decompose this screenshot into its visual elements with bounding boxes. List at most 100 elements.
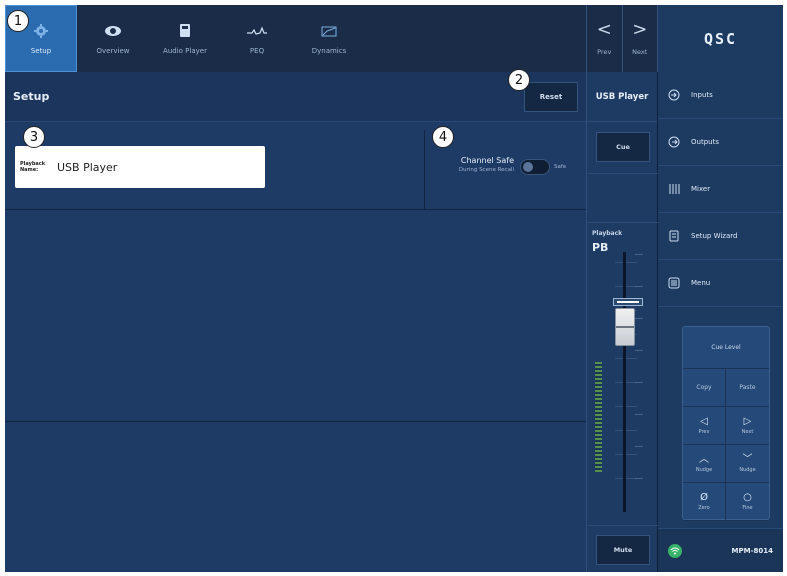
paste-button[interactable]: Paste: [726, 369, 769, 407]
button-label: Zero: [698, 504, 710, 511]
cue-level-panel: Cue Level Copy Paste ◁ Prev ▷ Next ︿ Nud…: [682, 326, 770, 521]
channel-safe-subtitle: During Scene Recall: [458, 167, 514, 173]
next-button[interactable]: > Next: [623, 5, 658, 72]
channel-safe-toggle[interactable]: [520, 159, 550, 175]
setup-panel: Setup Reset Playback Name: USB Player Ch…: [5, 72, 586, 572]
nudge-down-button[interactable]: ﹀ Nudge: [726, 445, 769, 483]
channel-config-row: Playback Name: USB Player Channel Safe D…: [5, 124, 586, 210]
qsc-logo: QSC: [658, 5, 783, 72]
menu-icon: [668, 277, 680, 289]
button-label: Paste: [739, 384, 756, 391]
chevron-left-icon: <: [596, 19, 612, 40]
logo-text: QSC: [703, 29, 738, 48]
prev-label: Prev: [597, 48, 612, 56]
callout-badge: 4: [432, 126, 454, 148]
tab-label: Setup: [30, 46, 52, 55]
playback-name-label: Playback Name:: [20, 161, 46, 173]
channel-safe-title: Channel Safe: [460, 156, 514, 165]
tab-label: PEQ: [249, 46, 265, 55]
tab-label: Overview: [96, 46, 130, 55]
device-name: MPM-8014: [731, 546, 773, 555]
tab-audio-player[interactable]: Audio Player: [149, 5, 221, 72]
right-navigation: Inputs Outputs Mixer Setup Wizard Menu C…: [658, 72, 783, 572]
button-label: Nudge: [695, 466, 713, 473]
divider: [424, 130, 425, 210]
button-label: Copy: [696, 384, 712, 391]
mixer-icon: [668, 183, 680, 195]
tab-overview[interactable]: Overview: [77, 5, 149, 72]
nav-label: Mixer: [691, 185, 711, 193]
callout-badge: 1: [7, 10, 29, 32]
inputs-icon: [668, 89, 680, 101]
mute-button[interactable]: Mute: [596, 535, 650, 565]
callout-badge: 3: [23, 126, 45, 148]
zero-button[interactable]: Ø Zero: [683, 483, 726, 521]
cue-button[interactable]: Cue: [596, 132, 650, 162]
triangle-right-icon: ▷: [743, 415, 752, 427]
tab-label: Audio Player: [163, 46, 207, 55]
page-title: Setup: [13, 90, 50, 103]
eq-curve-icon: [246, 23, 268, 39]
fader-handle[interactable]: [615, 308, 635, 346]
nudge-up-button[interactable]: ︿ Nudge: [683, 445, 726, 483]
zero-icon: Ø: [700, 491, 708, 503]
level-meter: [595, 362, 602, 472]
playback-name-value: USB Player: [57, 160, 118, 174]
button-label: Fine: [742, 504, 753, 511]
fader-scale-marks: [635, 254, 643, 504]
audio-player-icon: [174, 23, 196, 39]
gear-icon: [30, 23, 52, 39]
divider: [587, 173, 659, 174]
cue-level-title: Cue Level: [683, 327, 769, 369]
nav-label: Menu: [691, 279, 711, 287]
next-level-button[interactable]: ▷ Next: [726, 407, 769, 445]
copy-button[interactable]: Copy: [683, 369, 726, 407]
tab-label: Dynamics: [311, 46, 347, 55]
nav-mixer[interactable]: Mixer: [658, 166, 783, 213]
nav-menu[interactable]: Menu: [658, 260, 783, 307]
divider: [5, 421, 586, 422]
fine-button[interactable]: ○ Fine: [726, 483, 769, 521]
divider: [587, 222, 659, 223]
channel-safe-text: Channel Safe During Scene Recall: [452, 156, 514, 173]
circle-icon: ○: [743, 491, 752, 503]
button-label: Prev: [698, 428, 710, 435]
prev-level-button[interactable]: ◁ Prev: [683, 407, 726, 445]
channel-label: Playback: [592, 230, 623, 237]
status-footer: MPM-8014: [658, 528, 783, 572]
next-label: Next: [632, 48, 648, 56]
chevron-right-icon: >: [632, 19, 648, 40]
reset-button[interactable]: Reset: [524, 82, 578, 112]
toggle-knob: [523, 162, 533, 172]
tab-bar: Setup Overview Audio Player PEQ Dynamics: [5, 5, 586, 72]
safe-label: Safe: [554, 164, 567, 170]
tab-peq[interactable]: PEQ: [221, 5, 293, 72]
nav-label: Setup Wizard: [691, 232, 738, 240]
channel-strip: USB Player Cue Playback PB Mute: [586, 72, 659, 572]
eye-icon: [102, 23, 124, 39]
panel-header: Setup Reset: [5, 72, 586, 122]
dynamics-icon: [318, 23, 340, 39]
outputs-icon: [668, 136, 680, 148]
strip-name: USB Player: [587, 72, 657, 122]
wizard-icon: [668, 230, 680, 242]
wifi-icon[interactable]: [668, 543, 682, 558]
chevron-up-icon: ︿: [699, 453, 709, 465]
nav-label: Outputs: [691, 138, 719, 146]
playback-name-field[interactable]: Playback Name: USB Player: [15, 146, 265, 188]
button-label: Next: [741, 428, 754, 435]
prev-next-controls: < Prev > Next: [586, 5, 658, 72]
chevron-down-icon: ﹀: [742, 453, 753, 465]
unity-marker: [613, 298, 643, 306]
triangle-left-icon: ◁: [700, 415, 708, 427]
fader-track[interactable]: [623, 252, 626, 512]
callout-badge: 2: [508, 69, 530, 91]
nav-label: Inputs: [691, 91, 713, 99]
button-label: Nudge: [739, 466, 756, 473]
mixer-app: Setup Overview Audio Player PEQ Dynamics: [5, 5, 783, 572]
prev-button[interactable]: < Prev: [587, 5, 623, 72]
nav-outputs[interactable]: Outputs: [658, 119, 783, 166]
nav-inputs[interactable]: Inputs: [658, 72, 783, 119]
nav-setup-wizard[interactable]: Setup Wizard: [658, 213, 783, 260]
tab-dynamics[interactable]: Dynamics: [293, 5, 365, 72]
